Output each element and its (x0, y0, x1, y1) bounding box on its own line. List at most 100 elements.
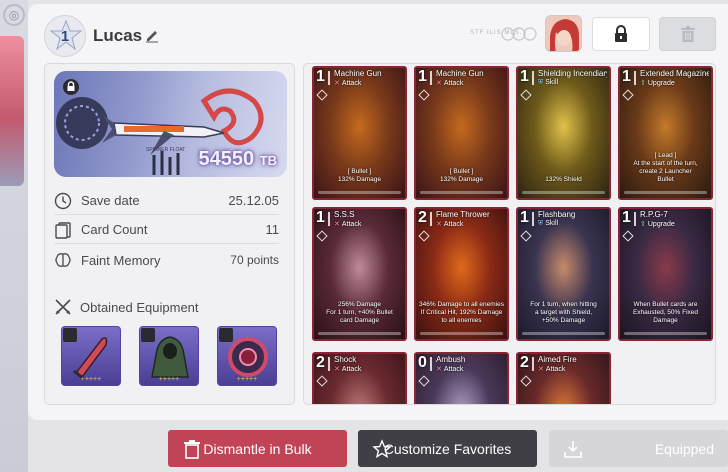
stat-faint-memory: Faint Memory 70 points (54, 246, 279, 274)
card-description: 346% Damage to all enemies If Critical Hi… (419, 301, 504, 325)
level-badge: 1 (44, 15, 86, 57)
equipment-title: Obtained Equipment (54, 298, 199, 316)
card-description-line: Bullet (657, 176, 674, 183)
stat-label: Card Count (81, 222, 148, 237)
deck-card[interactable]: 0 Ambush ✕ Attack (414, 352, 509, 404)
card-cost-divider (430, 71, 432, 85)
card-description-line: +50% Damage (541, 317, 586, 324)
brand-logo-icon: ◎ (3, 4, 25, 26)
deck-card[interactable]: 1 R.P.G-7 ⇧ Upgrade When Bullet cards are Exh… (618, 207, 713, 341)
skill-type-icon: ⛨ (538, 79, 544, 86)
attack-type-icon: ✕ (334, 366, 340, 373)
deck-card[interactable]: 1 Flashbang ⛨ Skill For 1 turn, when hitting… (516, 207, 611, 341)
card-description-line: [ Bullet ] (347, 168, 372, 175)
equipment-slot-device[interactable]: +++++ (217, 326, 277, 386)
delete-button[interactable] (659, 17, 716, 51)
card-description: When Bullet cards are Exhausted, 50% Fixe… (623, 301, 708, 325)
card-type: ✕ Attack (334, 366, 362, 373)
card-description-line: At the start of the turn, (633, 160, 698, 167)
card-footer-bar (522, 191, 605, 194)
card-cost: 2 (316, 354, 325, 371)
deck-card[interactable]: 2 Shock ✕ Attack (312, 352, 407, 404)
card-name: Shielding Incendiary Bomb (538, 69, 607, 78)
card-cost: 1 (316, 209, 325, 226)
card-cost-divider (634, 71, 636, 85)
card-type: ⇧ Upgrade (640, 221, 675, 228)
deck-card[interactable]: 1 Extended Magazine ⇧ Upgrade [ Lead ] At the… (618, 66, 713, 200)
deck-card[interactable]: 1 Machine Gun ✕ Attack [ Bullet ] 132% Damage (414, 66, 509, 200)
equipment-slot-cloak[interactable]: +++++ (139, 326, 199, 386)
card-description-line: [ Bullet ] (449, 168, 474, 175)
card-cost: 0 (418, 354, 427, 371)
card-name: Machine Gun (436, 69, 484, 78)
ship-text: SPINNER FLOAT (146, 147, 185, 153)
stat-card-count: Card Count 11 (54, 216, 279, 244)
card-name: Flashbang (538, 210, 576, 219)
card-cost: 1 (418, 68, 427, 85)
card-name: Ambush (436, 355, 466, 364)
upgrade-type-icon: ⇧ (640, 221, 646, 228)
card-type: ✕ Attack (436, 366, 464, 373)
card-cost-divider (634, 212, 636, 226)
card-name: S.S.S (334, 210, 355, 219)
deck-banner[interactable]: SPINNER FLOAT 54550 TB (54, 71, 287, 177)
card-type: ⇧ Upgrade (640, 80, 675, 87)
deck-card[interactable]: 2 Flame Thrower ✕ Attack 346% Damage to all … (414, 207, 509, 341)
card-type: ⛨ Skill (538, 79, 559, 86)
accessory-type-icon (219, 328, 233, 342)
clock-icon (54, 192, 72, 209)
card-description: 256% Damage For 1 turn, +40% Bullet card D… (317, 301, 402, 325)
armor-type-icon (141, 328, 155, 342)
customize-favorites-button[interactable]: Customize Favorites (358, 430, 537, 467)
card-footer-bar (420, 332, 503, 335)
card-description-line: 346% Damage to all enemies (419, 301, 504, 308)
card-description-line: a target with Shield, (534, 309, 593, 316)
card-cost: 1 (622, 68, 631, 85)
card-type: ⛨ Skill (538, 220, 559, 227)
pencil-icon[interactable] (144, 27, 160, 43)
card-description-line: [ Lead ] (654, 152, 677, 159)
card-cost-divider (430, 357, 432, 371)
card-type: ✕ Attack (436, 80, 464, 87)
weapon-type-icon (63, 328, 77, 342)
card-footer-bar (318, 191, 401, 194)
card-name: Machine Gun (334, 69, 382, 78)
deck-card[interactable]: 1 Shielding Incendiary Bomb⛨Skill 132% Shi… (516, 66, 611, 200)
card-stack-icon (55, 221, 71, 239)
card-description-line: to all enemies (441, 317, 482, 324)
brain-icon (55, 253, 71, 267)
avatar-portrait-icon (546, 16, 581, 51)
card-cost-divider (532, 357, 534, 371)
deck-card[interactable]: 1 S.S.S ✕ Attack 256% Damage For 1 turn, +40%… (312, 207, 407, 341)
character-avatar[interactable] (545, 15, 582, 52)
card-cost-divider (328, 357, 330, 371)
card-description-line: 132% Damage (338, 176, 381, 183)
card-name: R.P.G-7 (640, 210, 668, 219)
card-description: [ Bullet ] 132% Damage (317, 168, 402, 184)
card-description-line: 256% Damage (338, 301, 381, 308)
card-cost-divider (430, 212, 432, 226)
card-type: ✕ Attack (538, 366, 566, 373)
deck-card[interactable]: 1 Machine Gun ✕ Attack [ Bullet ] 132% Damage (312, 66, 407, 200)
card-description: 132% Shield (521, 176, 606, 184)
card-footer-bar (624, 191, 707, 194)
card-description-line: Exhausted, 50% Fixed (632, 309, 699, 316)
card-type: ✕ Attack (334, 80, 362, 87)
attack-type-icon: ✕ (436, 221, 442, 228)
card-description-line: For 1 turn, when hitting (530, 301, 597, 308)
equipped-button[interactable]: Equipped (549, 430, 728, 467)
card-name: Aimed Fire (538, 355, 577, 364)
card-description-line: When Bullet cards are (633, 301, 698, 308)
lock-button[interactable] (592, 17, 650, 51)
equipment-slot-blade[interactable]: +++++ (61, 326, 121, 386)
deck-card[interactable]: 2 Aimed Fire ✕ Attack (516, 352, 611, 404)
trash-icon (680, 26, 695, 42)
equipment-stars: +++++ (80, 376, 102, 383)
card-cost-divider (532, 212, 534, 226)
card-name: Shock (334, 355, 357, 364)
side-tab[interactable] (0, 36, 24, 186)
card-description: [ Lead ] At the start of the turn, create … (623, 152, 708, 184)
lock-icon (615, 25, 627, 42)
card-footer-bar (624, 332, 707, 335)
dismantle-bulk-button[interactable]: Dismantle in Bulk (168, 430, 347, 467)
